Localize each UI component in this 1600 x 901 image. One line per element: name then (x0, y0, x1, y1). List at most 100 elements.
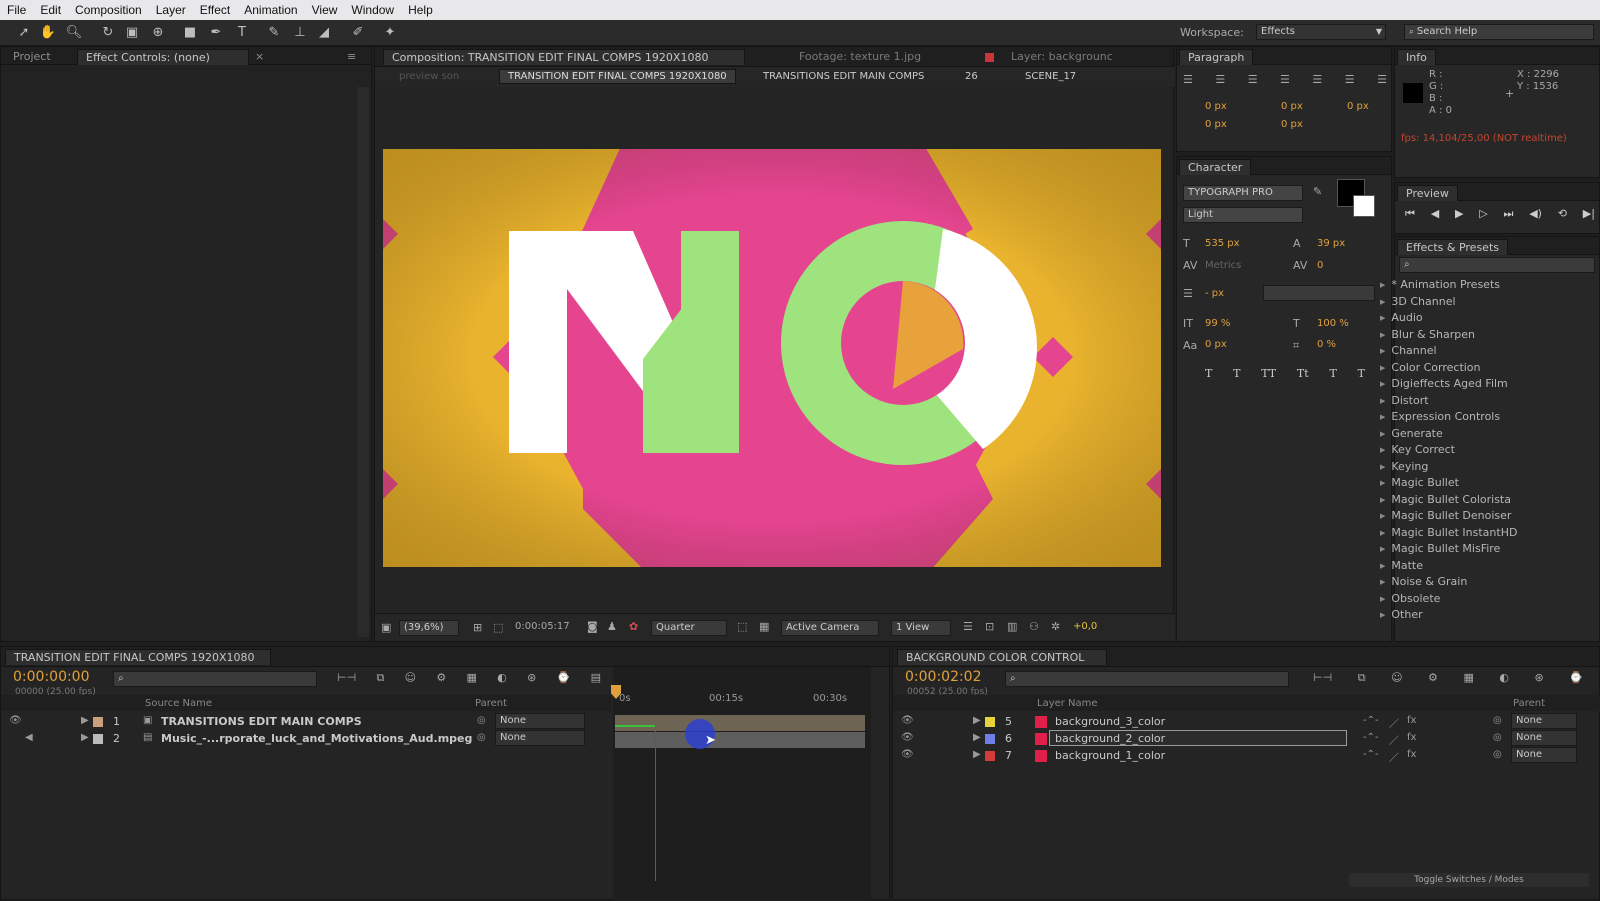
parent-header[interactable]: Parent (1513, 698, 1545, 709)
effect-category[interactable]: Magic Bullet Colorista (1380, 493, 1511, 509)
align-center-icon[interactable]: ☰ (1215, 73, 1225, 91)
table-row[interactable]: 👁︎ ▶ 6 background_2_color -⌃- ／ fx ◎ Non… (893, 730, 1600, 747)
small-caps-button[interactable]: Tt (1297, 367, 1309, 380)
faux-italic-button[interactable]: T (1233, 367, 1240, 380)
camera-select[interactable]: Active Camera (781, 620, 879, 636)
eye-icon[interactable]: 👁︎ (901, 715, 914, 726)
effect-category[interactable]: 3D Channel (1380, 295, 1455, 311)
layer-name[interactable]: background_1_color (1055, 749, 1165, 762)
exposure-value[interactable]: +0,0 (1073, 621, 1097, 632)
audio-icon[interactable]: ◀) (1529, 207, 1542, 221)
layer-name[interactable]: TRANSITIONS EDIT MAIN COMPS (161, 715, 362, 728)
parent-select[interactable]: None (1511, 747, 1577, 763)
expand-triangle-icon[interactable]: ▶ (973, 749, 981, 760)
baseline-shift-value[interactable]: 0 px (1205, 339, 1227, 350)
auto-keyframe-icon[interactable]: ⊛ (527, 671, 536, 685)
layer-name[interactable]: background_2_color (1055, 732, 1165, 745)
shy-switch-icon[interactable]: -⌃- (1363, 732, 1379, 743)
layer-name[interactable]: Music_-...rporate_luck_and_Motivations_A… (161, 732, 472, 745)
kerning-value[interactable]: Metrics (1205, 260, 1241, 271)
tab-info[interactable]: Info (1397, 49, 1436, 65)
effect-category[interactable]: Key Correct (1380, 443, 1455, 459)
font-size-value[interactable]: 535 px (1205, 238, 1240, 249)
pickwhip-icon[interactable]: ◎ (1493, 732, 1502, 743)
toggle-switches-modes-button[interactable]: Toggle Switches / Modes (1349, 873, 1589, 887)
shy-switch-icon[interactable]: -⌃- (1363, 715, 1379, 726)
composition-viewer[interactable] (383, 149, 1161, 567)
quality-switch-icon[interactable]: ／ (1389, 715, 1399, 730)
brainstorm-icon[interactable]: ◐ (1499, 671, 1509, 685)
justify-all-icon[interactable]: ☰ (1377, 73, 1387, 91)
pan-behind-tool-icon[interactable]: ⊕ (148, 23, 168, 43)
menu-help[interactable]: Help (401, 3, 440, 17)
table-row[interactable]: ◀ ▶ 2 ▤ Music_-...rporate_luck_and_Motiv… (1, 730, 611, 747)
quality-switch-icon[interactable]: ／ (1389, 732, 1399, 747)
leading-value[interactable]: 39 px (1317, 238, 1345, 249)
layer-name-header[interactable]: Layer Name (1037, 698, 1098, 709)
resolution-select[interactable]: Quarter (651, 620, 727, 636)
show-snapshot-icon[interactable]: ♟ (607, 620, 617, 633)
effect-category[interactable]: Noise & Grain (1380, 575, 1467, 591)
breadcrumb-item-scene[interactable]: SCENE_17 (1025, 71, 1076, 82)
current-time-indicator-line[interactable] (655, 731, 656, 881)
justify-last-center-icon[interactable]: ☰ (1312, 73, 1322, 91)
eraser-tool-icon[interactable]: ◢ (314, 23, 334, 43)
menu-view[interactable]: View (305, 3, 345, 17)
effects-search-input[interactable]: ⌕ (1399, 257, 1595, 273)
grid-icon[interactable]: ⊞ (473, 621, 482, 634)
tab-project[interactable]: Project (5, 49, 59, 65)
effect-category[interactable]: Other (1380, 608, 1422, 624)
quality-switch-icon[interactable]: ／ (1389, 749, 1399, 764)
rectangle-tool-icon[interactable]: ■ (180, 23, 200, 43)
subscript-button[interactable]: T (1358, 367, 1365, 380)
effect-category[interactable]: Expression Controls (1380, 410, 1500, 426)
always-preview-icon[interactable]: ▣ (381, 621, 391, 634)
tab-footage[interactable]: Footage: texture 1.jpg (791, 49, 929, 65)
space-after-value[interactable]: 0 px (1281, 119, 1303, 130)
stroke-color-swatch[interactable] (1353, 195, 1375, 217)
indent-right-value[interactable]: 0 px (1281, 101, 1303, 112)
effect-category[interactable]: Magic Bullet (1380, 476, 1459, 492)
tab-character[interactable]: Character (1179, 159, 1252, 175)
zoom-tool-icon[interactable]: 🔍︎ (64, 23, 84, 43)
graph-editor-icon[interactable]: ⌚ (1569, 671, 1583, 685)
close-icon[interactable]: × (247, 49, 272, 65)
audio-icon[interactable]: ◀ (25, 732, 33, 743)
clone-stamp-tool-icon[interactable]: ⊥ (290, 23, 310, 43)
expand-triangle-icon[interactable]: ▶ (81, 715, 89, 726)
menu-edit[interactable]: Edit (33, 3, 68, 17)
pickwhip-icon[interactable]: ◎ (1493, 749, 1502, 760)
eye-icon[interactable]: 👁︎ (901, 749, 914, 760)
eyedropper-icon[interactable]: ✎ (1313, 185, 1322, 198)
snapshot-icon[interactable]: ◙ (587, 620, 598, 633)
menu-composition[interactable]: Composition (68, 3, 149, 17)
roto-brush-tool-icon[interactable]: ✐ (348, 23, 368, 43)
all-caps-button[interactable]: TT (1261, 367, 1276, 380)
indent-first-value[interactable]: 0 px (1347, 101, 1369, 112)
table-row[interactable]: 👁︎ ▶ 1 ▣ TRANSITIONS EDIT MAIN COMPS ◎ N… (1, 713, 611, 730)
tab-preview[interactable]: Preview (1397, 185, 1458, 201)
parent-select[interactable]: None (495, 713, 585, 729)
tab-background-color-control[interactable]: BACKGROUND COLOR CONTROL (897, 649, 1107, 665)
timeline-search-input[interactable]: ⌕ (113, 671, 317, 687)
frame-blending-icon[interactable]: ⚙ (1428, 671, 1438, 685)
time-graph[interactable]: 0s 00:15s 00:30s ➤ (611, 667, 871, 901)
pickwhip-icon[interactable]: ◎ (1493, 715, 1502, 726)
stroke-width-value[interactable]: - px (1205, 288, 1224, 299)
magnification-select[interactable]: (39,6%) (399, 620, 459, 636)
effect-category[interactable]: Distort (1380, 394, 1428, 410)
eye-icon[interactable]: 👁︎ (9, 715, 22, 726)
play-icon[interactable]: ▶ (1455, 207, 1463, 221)
align-left-icon[interactable]: ☰ (1183, 73, 1193, 91)
justify-last-right-icon[interactable]: ☰ (1345, 73, 1355, 91)
effect-category[interactable]: Generate (1380, 427, 1442, 443)
selection-tool-icon[interactable]: ➚ (14, 23, 34, 43)
effect-category[interactable]: Magic Bullet MisFire (1380, 542, 1500, 558)
auto-keyframe-icon[interactable]: ⊛ (1534, 671, 1543, 685)
table-row[interactable]: 👁︎ ▶ 7 background_1_color -⌃- ／ fx ◎ Non… (893, 747, 1600, 764)
effect-category[interactable]: * Animation Presets (1380, 278, 1500, 294)
previous-frame-icon[interactable]: ◀ (1431, 207, 1439, 221)
frame-blending-icon[interactable]: ⚙ (436, 671, 446, 685)
expand-triangle-icon[interactable]: ▶ (81, 732, 89, 743)
puppet-tool-icon[interactable]: ✦ (380, 23, 400, 43)
